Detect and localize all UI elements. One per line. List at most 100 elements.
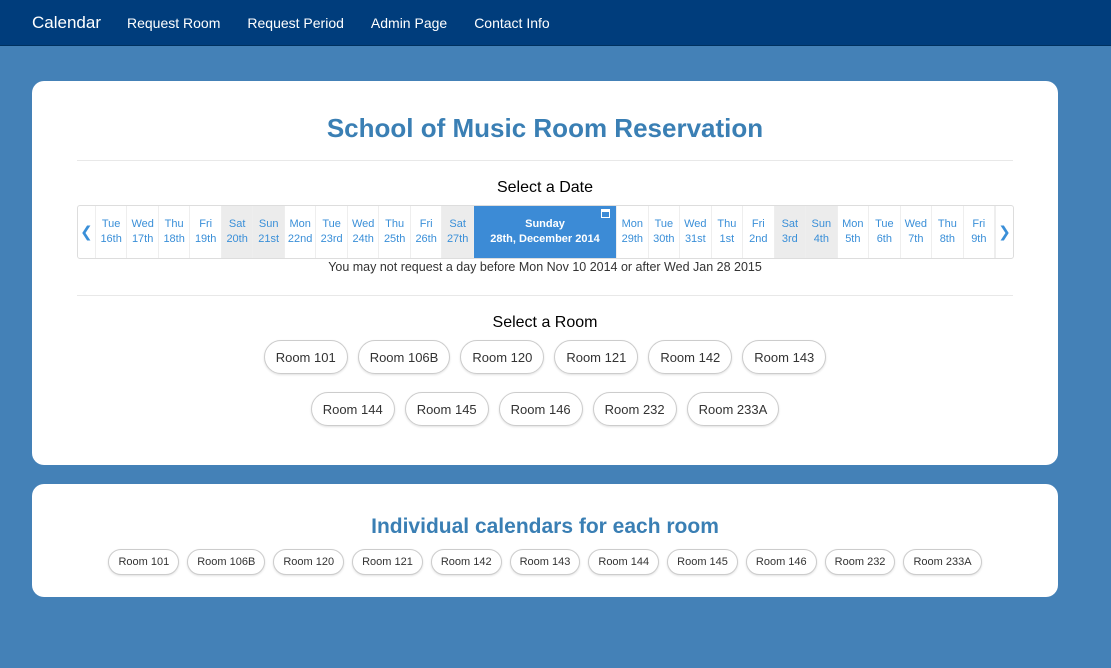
room-button[interactable]: Room 120 <box>273 549 345 575</box>
date-cell[interactable]: Sat 3rd <box>774 206 807 258</box>
date-dow: Thu <box>385 218 405 230</box>
date-cell[interactable]: Fri 9th <box>964 206 996 258</box>
room-button[interactable]: Room 146 <box>745 549 817 575</box>
date-cell[interactable]: Mon 29th <box>617 206 649 258</box>
calendars-card: Individual calendars for each room Room … <box>32 484 1058 597</box>
date-cell[interactable]: Fri 2nd <box>743 206 775 258</box>
nav-contact-info[interactable]: Contact Info <box>474 15 550 31</box>
date-dow: Thu <box>937 218 957 230</box>
date-dow: Sun <box>811 218 832 230</box>
date-cell[interactable]: Fri 26th <box>411 206 443 258</box>
room-button[interactable]: Room 106B <box>187 549 266 575</box>
room-button[interactable]: Room 121 <box>352 549 423 575</box>
date-dow: Mon <box>289 218 311 230</box>
date-day: 8th <box>939 233 955 245</box>
chevron-right-icon[interactable]: ❯ <box>995 206 1013 258</box>
date-cell[interactable]: Sun 4th <box>806 206 838 258</box>
date-dow: Sat <box>449 218 466 230</box>
date-cell[interactable]: Thu 25th <box>379 206 411 258</box>
date-dow: Tue <box>101 218 121 230</box>
date-cell[interactable]: Thu 1st <box>712 206 744 258</box>
room-button[interactable]: Room 232 <box>592 392 677 426</box>
select-date-heading: Select a Date <box>496 179 594 196</box>
nav-admin-page[interactable]: Admin Page <box>371 15 447 31</box>
date-day: 7th <box>908 233 924 245</box>
date-cell[interactable]: Sun 21st <box>253 206 285 258</box>
calendars-title: Individual calendars for each room <box>371 515 719 538</box>
room-button[interactable]: Room 142 <box>648 340 733 374</box>
date-cell[interactable]: Thu 8th <box>932 206 964 258</box>
room-button[interactable]: Room 232 <box>824 549 896 575</box>
select-room-heading: Select a Room <box>492 314 598 331</box>
room-button[interactable]: Room 142 <box>430 549 502 575</box>
room-button[interactable]: Room 101 <box>263 340 348 374</box>
page-title: School of Music Room Reservation <box>326 113 764 143</box>
date-day: 25th <box>383 233 406 245</box>
date-dow: Wed <box>351 218 375 230</box>
date-cell[interactable]: Wed 24th <box>348 206 380 258</box>
nav-request-room[interactable]: Request Room <box>127 15 220 31</box>
date-cell[interactable]: Sat 20th <box>221 206 254 258</box>
navbar: Calendar Request Room Request Period Adm… <box>0 0 1111 46</box>
room-button[interactable]: Room 145 <box>404 392 489 426</box>
date-day: 30th <box>653 233 675 245</box>
date-cell[interactable]: Mon 22nd <box>285 206 317 258</box>
room-button[interactable]: Room 144 <box>310 392 395 426</box>
room-button[interactable]: Room 143 <box>742 340 827 374</box>
room-button[interactable]: Room 233A <box>686 392 780 426</box>
room-buttons-row1: Room 101 Room 106B Room 120 Room 121 Room 14… <box>32 340 1058 374</box>
date-picker: ❮ Tue 16th Wed 17th Thu 18th Fri 19th Sat 20th Sun… <box>77 205 1014 259</box>
date-cell[interactable]: Sat 27th <box>442 206 474 258</box>
date-day: 18th <box>163 233 185 245</box>
date-cell[interactable]: Wed 7th <box>901 206 933 258</box>
date-dow: Sat <box>781 218 799 230</box>
room-button[interactable]: Room 233A <box>903 549 982 575</box>
room-button[interactable]: Room 146 <box>498 392 583 426</box>
date-cell[interactable]: Tue 30th <box>649 206 681 258</box>
divider <box>77 295 1013 296</box>
room-button[interactable]: Room 145 <box>667 549 738 575</box>
room-button[interactable]: Room 143 <box>509 549 581 575</box>
date-day: 1st <box>719 233 735 245</box>
date-dow: Fri <box>972 218 986 230</box>
date-dow: Tue <box>875 218 894 230</box>
date-day: 24th <box>352 233 374 245</box>
room-button[interactable]: Room 120 <box>460 340 545 374</box>
date-day: 2nd <box>749 233 768 245</box>
date-cell[interactable]: Thu 18th <box>159 206 191 258</box>
date-day: 20th <box>226 233 248 245</box>
date-dow: Mon <box>842 218 864 230</box>
selected-dow: Sunday <box>525 218 565 230</box>
brand-link[interactable]: Calendar <box>32 13 101 33</box>
days-after: Mon 29th Tue 30th Wed 31st Thu 1st Fri 2nd Sat 3rd S… <box>617 206 996 258</box>
days-before: Tue 16th Wed 17th Thu 18th Fri 19th Sat 20th Sun 21… <box>96 206 474 258</box>
reservation-card: School of Music Room Reservation Select … <box>32 81 1058 465</box>
date-dow: Tue <box>322 218 341 230</box>
room-button[interactable]: Room 144 <box>588 549 660 575</box>
chevron-left-icon[interactable]: ❮ <box>78 206 96 258</box>
date-day: 31st <box>684 233 706 245</box>
date-cell[interactable]: Wed 17th <box>127 206 159 258</box>
date-cell[interactable]: Tue 6th <box>869 206 901 258</box>
nav-request-period[interactable]: Request Period <box>247 15 344 31</box>
room-button[interactable]: Room 106B <box>357 340 451 374</box>
date-cell[interactable]: Mon 5th <box>838 206 870 258</box>
date-cell[interactable]: Tue 16th <box>96 206 128 258</box>
date-cell[interactable]: Wed 31st <box>680 206 712 258</box>
room-button[interactable]: Room 121 <box>554 340 639 374</box>
date-dow: Fri <box>751 218 765 230</box>
date-day: 3rd <box>781 233 798 245</box>
selected-date[interactable]: Sunday 28th, December 2014 <box>473 206 618 258</box>
date-dow: Wed <box>684 218 707 230</box>
date-dow: Sat <box>228 218 246 230</box>
date-day: 22nd <box>287 233 313 245</box>
date-day: 4th <box>813 233 829 245</box>
date-day: 27th <box>446 233 469 245</box>
date-day: 16th <box>100 233 122 245</box>
room-button[interactable]: Room 101 <box>108 549 180 575</box>
date-cell[interactable]: Tue 23rd <box>316 206 348 258</box>
date-cell[interactable]: Fri 19th <box>190 206 222 258</box>
calendar-icon[interactable] <box>601 209 611 218</box>
date-day: 19th <box>194 233 217 245</box>
date-dow: Wed <box>904 218 928 230</box>
